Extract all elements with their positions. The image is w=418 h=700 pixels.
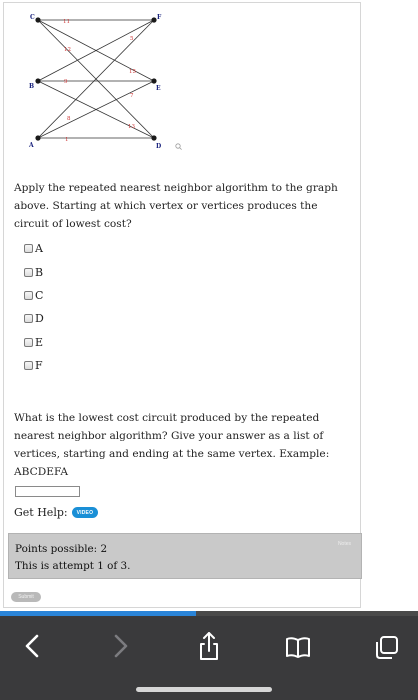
bookmarks-icon[interactable] — [278, 626, 318, 666]
vertex-c — [35, 17, 41, 23]
checkbox-e[interactable] — [24, 337, 33, 347]
vertex-e — [151, 78, 157, 84]
weight-label-ae: 13 — [128, 124, 135, 130]
option-f[interactable]: F — [24, 354, 44, 377]
vertex-b — [35, 78, 41, 84]
option-e-label: E — [35, 335, 44, 349]
weight-label-ad: 1 — [65, 137, 69, 143]
vertex-option-list: A B C D E F — [24, 237, 44, 377]
vertex-label-a: A — [28, 142, 34, 149]
option-a[interactable]: A — [24, 237, 44, 260]
question-1-prompt: Apply the repeated nearest neighbor algo… — [14, 182, 338, 230]
option-b[interactable]: B — [24, 260, 44, 283]
home-indicator[interactable] — [136, 687, 272, 692]
circuit-answer-input[interactable] — [15, 486, 80, 497]
forward-arrow-icon[interactable] — [101, 626, 141, 666]
attempt-count-text: This is attempt 1 of 3. — [15, 560, 131, 572]
get-help-label: Get Help: — [14, 506, 68, 519]
checkbox-a[interactable] — [24, 244, 33, 254]
checkbox-d[interactable] — [24, 314, 33, 324]
get-help-row: Get Help: VIDEO — [14, 506, 99, 519]
weight-label-ce: 15 — [129, 69, 136, 75]
question-2-prompt: What is the lowest cost circuit produced… — [14, 412, 330, 478]
share-icon[interactable] — [189, 626, 229, 666]
vertex-label-c: C — [30, 14, 35, 21]
graph-edges — [37, 19, 155, 139]
option-c-label: C — [35, 288, 44, 302]
search-icon[interactable] — [175, 143, 182, 150]
weight-label-be: 9 — [64, 79, 68, 85]
weight-label-cf: 11 — [63, 19, 70, 25]
option-b-label: B — [35, 265, 44, 279]
option-c[interactable]: C — [24, 284, 44, 307]
checkbox-b[interactable] — [24, 267, 33, 277]
points-possible-text: Points possible: 2 — [15, 543, 108, 555]
question-card: C F B E A D 11 12 5 15 9 7 8 13 1 Apply … — [3, 2, 362, 608]
video-help-button[interactable]: VIDEO — [71, 507, 99, 518]
option-d-label: D — [35, 312, 44, 326]
option-d[interactable]: D — [24, 307, 44, 330]
checkbox-c[interactable] — [24, 290, 33, 300]
option-a-label: A — [35, 242, 43, 256]
vertex-label-d: D — [156, 143, 161, 150]
weight-label-cd: 12 — [64, 47, 71, 53]
back-arrow-icon[interactable] — [13, 626, 53, 666]
option-f-label: F — [35, 359, 43, 373]
submit-button[interactable]: Submit — [11, 592, 41, 602]
checkbox-f[interactable] — [24, 361, 33, 371]
vertex-label-e: E — [156, 85, 161, 92]
vertex-a — [35, 135, 41, 141]
graph-figure: C F B E A D 11 12 5 15 9 7 8 13 1 — [28, 14, 182, 150]
weight-label-af: 5 — [130, 36, 134, 42]
weight-label-bf: 8 — [67, 116, 71, 122]
option-e[interactable]: E — [24, 331, 44, 354]
points-info-box: Points possible: 2 This is attempt 1 of … — [8, 533, 362, 579]
vertex-label-f: F — [157, 14, 162, 21]
vertex-label-b: B — [29, 83, 34, 90]
tabs-icon[interactable] — [366, 626, 406, 666]
vertex-d — [151, 135, 157, 141]
points-corner-link[interactable]: Notes — [338, 541, 351, 547]
vertex-f — [151, 17, 157, 23]
weight-label-bd: 7 — [130, 93, 134, 99]
